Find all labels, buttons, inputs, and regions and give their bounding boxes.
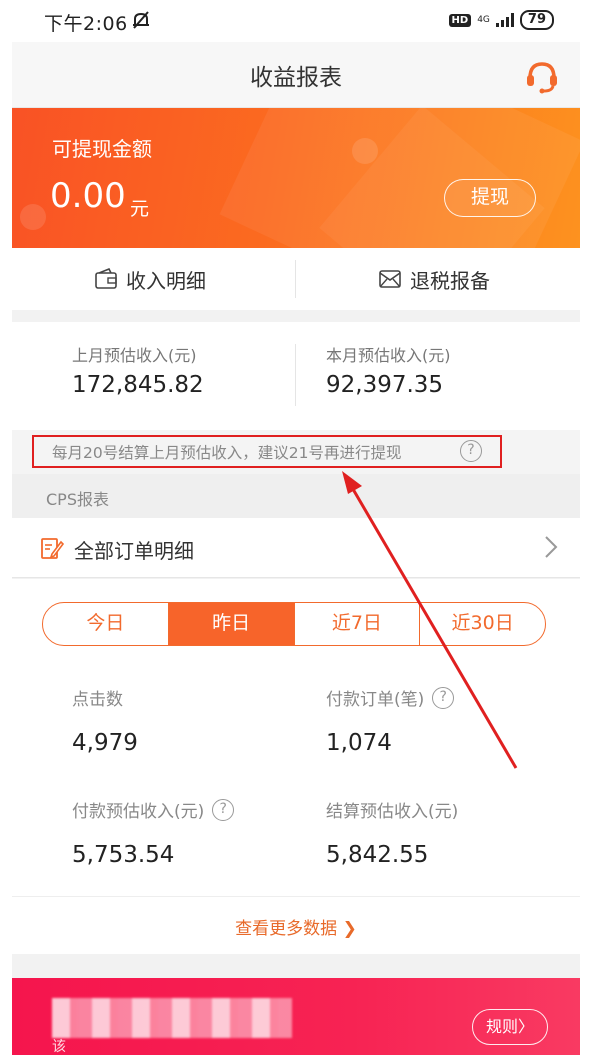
income-detail-link[interactable]: 收入明细 [94, 248, 206, 310]
tax-filing-label: 退税报备 [410, 268, 490, 293]
pixelated-text [52, 998, 292, 1038]
settlement-notice: 每月20号结算上月预估收入，建议21号再进行提现 ? [12, 430, 580, 474]
section-header: CPS报表 [12, 474, 580, 518]
edit-document-icon [41, 538, 64, 559]
tab-today[interactable]: 今日 [43, 603, 169, 645]
settled-income-stat: 结算预估收入(元) 5,842.55 [326, 797, 458, 868]
balance-unit: 元 [130, 198, 150, 220]
view-more-data-link[interactable]: 查看更多数据 ❯ [12, 896, 580, 954]
settled-income-label: 结算预估收入(元) [326, 802, 459, 822]
tab-yesterday[interactable]: 昨日 [168, 603, 295, 645]
balance-amount: 0.00 [50, 176, 126, 216]
app-header: 收益报表 [12, 42, 580, 108]
all-orders-row[interactable]: 全部订单明细 [12, 518, 580, 578]
page-title: 收益报表 [250, 65, 342, 91]
estimate-panel: 上月预估收入(元) 172,845.82 本月预估收入(元) 92,397.35 [12, 322, 580, 430]
page-content: 收益报表 可提现金额 0.00 元 提现 收入明细 退税报备 上月预估收入(元)… [12, 42, 580, 1055]
all-orders-label: 全部订单明细 [74, 539, 194, 563]
clicks-stat: 点击数 4,979 [72, 685, 138, 756]
balance-card: 可提现金额 0.00 元 提现 [12, 108, 580, 248]
view-more-label: 查看更多数据 ❯ [235, 919, 357, 939]
last-month-label: 上月预估收入(元) [72, 346, 197, 365]
last-month-value: 172,845.82 [72, 372, 204, 398]
period-tabs: 今日 昨日 近7日 近30日 [42, 602, 546, 646]
paid-orders-label: 付款订单(笔) [326, 690, 425, 710]
customer-service-icon[interactable] [522, 56, 562, 96]
notification-off-icon [133, 11, 149, 29]
last-month-estimate: 上月预估收入(元) 172,845.82 [72, 342, 204, 398]
chevron-right-icon [545, 536, 558, 558]
this-month-estimate: 本月预估收入(元) 92,397.35 [326, 342, 451, 398]
rules-button[interactable]: 规则〉 [472, 1009, 548, 1045]
status-time: 下午2:06 [44, 13, 128, 35]
battery-indicator: 79 [519, 10, 554, 30]
promo-banner[interactable]: 该 规则〉 [12, 978, 580, 1055]
quick-links: 收入明细 退税报备 [12, 248, 580, 310]
signal-icon [495, 13, 514, 27]
paid-income-stat: 付款预估收入(元) ? 5,753.54 [72, 797, 235, 868]
clicks-value: 4,979 [72, 730, 138, 756]
paid-orders-value: 1,074 [326, 730, 392, 756]
help-icon[interactable]: ? [212, 798, 235, 821]
paid-orders-stat: 付款订单(笔) ? 1,074 [326, 685, 455, 756]
balance-label: 可提现金额 [52, 137, 152, 161]
notice-text: 每月20号结算上月预估收入，建议21号再进行提现 [52, 444, 402, 462]
tab-7-days[interactable]: 近7日 [295, 603, 421, 645]
clicks-label: 点击数 [72, 690, 123, 710]
wallet-icon [95, 268, 117, 289]
section-title: CPS报表 [46, 490, 109, 509]
tax-filing-link[interactable]: 退税报备 [378, 248, 490, 310]
tab-30-days[interactable]: 近30日 [420, 603, 545, 645]
paid-income-label: 付款预估收入(元) [72, 802, 205, 822]
status-bar: 下午2:06 HD 4G 79 [0, 0, 600, 42]
this-month-value: 92,397.35 [326, 372, 444, 398]
banner-caption: 该 [52, 1039, 66, 1055]
network-label: 4G [477, 14, 490, 25]
hd-badge: HD [448, 13, 472, 27]
envelope-icon [379, 270, 401, 288]
income-detail-label: 收入明细 [126, 268, 206, 293]
this-month-label: 本月预估收入(元) [326, 346, 451, 365]
paid-income-value: 5,753.54 [72, 842, 175, 868]
withdraw-button[interactable]: 提现 [444, 179, 536, 217]
help-icon[interactable]: ? [460, 440, 482, 462]
settled-income-value: 5,842.55 [326, 842, 429, 868]
cps-stats: 今日 昨日 近7日 近30日 点击数 4,979 付款订单(笔) ? 1,074… [12, 579, 580, 896]
help-icon[interactable]: ? [432, 686, 455, 709]
